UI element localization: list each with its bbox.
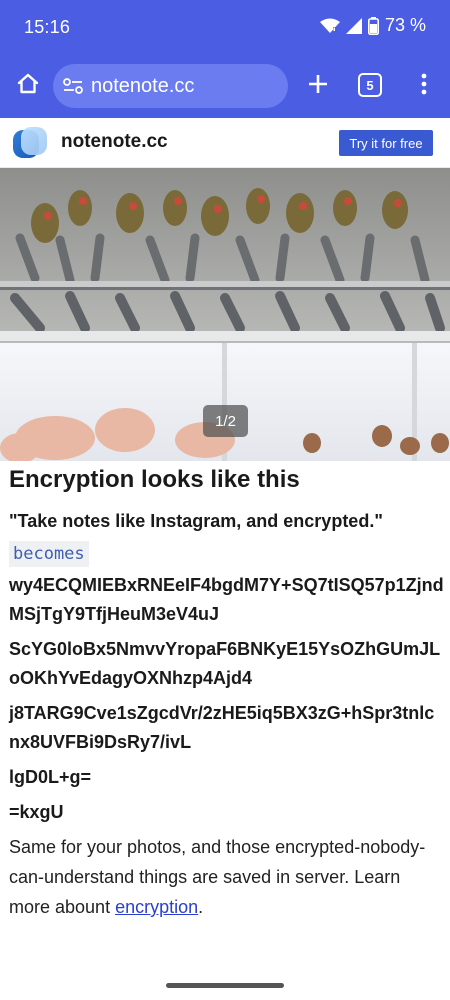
signal-icon [345,17,362,34]
site-name[interactable]: notenote.cc [61,131,168,153]
cipher-line: ScYG0loBx5NmvvYropaF6BNKyE15YsOZhGUmJLoO… [9,639,441,688]
browser-toolbar: notenote.cc 5 [0,56,450,118]
cipher-line: lgD0L+g= [9,767,92,787]
menu-icon [421,73,427,100]
notenote-logo[interactable] [12,126,48,160]
home-icon [16,72,40,101]
status-bar: 15:16 73 % [0,0,450,56]
site-header: notenote.cc Try it for free [0,118,450,168]
address-bar[interactable]: notenote.cc [53,64,288,108]
new-tab-button[interactable] [302,70,334,102]
description-before-link: Same for your photos, and those encrypte… [9,837,426,917]
quote-text: "Take notes like Instagram, and encrypte… [9,511,383,531]
cipher-line: =kxgU [9,802,64,822]
encryption-link[interactable]: encryption [115,897,198,917]
photo-carousel[interactable]: 1/2 [0,168,450,461]
menu-button[interactable] [412,70,436,102]
photo-counter: 1/2 [203,405,248,437]
becomes-code-label: becomes [9,541,89,567]
battery-icon [367,16,379,35]
description-text: Same for your photos, and those encrypte… [9,832,444,922]
description-after-link: . [198,897,204,917]
wifi-icon [319,18,340,34]
cipher-line: j8TARG9Cve1sZgcdVr/2zHE5iq5BX3zG+hSpr3tn… [9,703,435,752]
battery-percent: 73 % [384,15,426,35]
cipher-line: wy4ECQMIEBxRNEeIF4bgdM7Y+SQ7tISQ57p1Zjnd… [9,575,444,624]
home-button[interactable] [12,70,44,102]
status-time: 15:16 [24,17,71,37]
article-content: Encryption looks like this "Take notes l… [9,464,444,922]
try-free-button[interactable]: Try it for free [339,130,433,156]
site-settings-icon[interactable] [61,74,85,98]
status-icons: 73 % [319,15,426,36]
url-text[interactable]: notenote.cc [91,75,194,98]
home-indicator[interactable] [166,983,284,988]
article-title: Encryption looks like this [9,466,300,493]
new-tab-icon [307,73,329,100]
tab-switcher-button[interactable]: 5 [358,73,382,97]
